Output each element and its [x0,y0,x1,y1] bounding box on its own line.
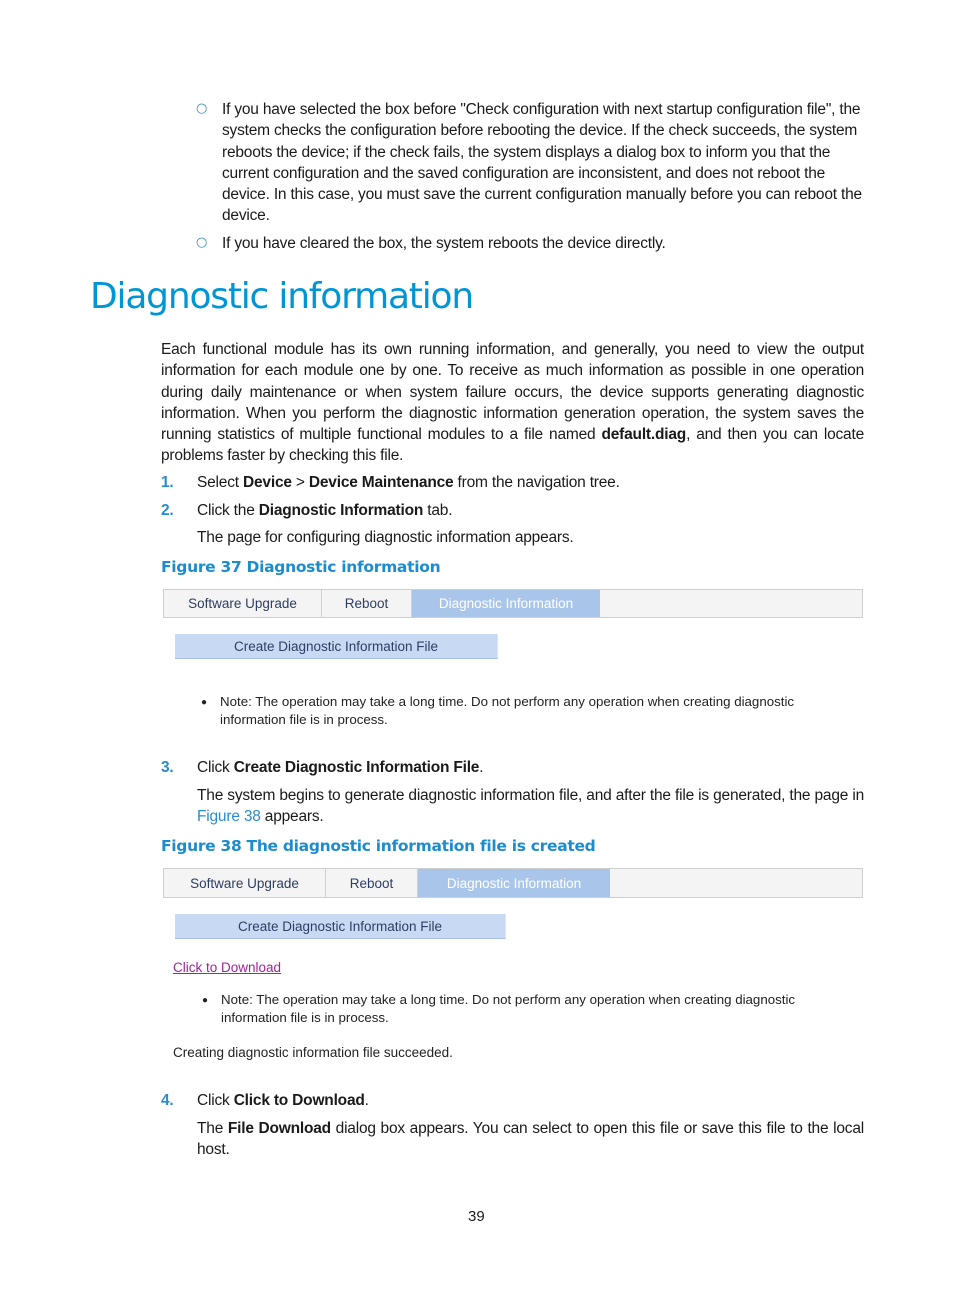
step-text: . [364,1092,369,1109]
intro-bullet-text: If you have selected the box before "Che… [222,101,862,225]
step-number: 3. [161,759,174,776]
figure-37-caption: Figure 37 Diagnostic information [161,558,441,576]
step-bold-text: Click to Download [233,1092,365,1109]
step-text: Select [197,474,243,491]
step-3: 3. Click Create Diagnostic Information F… [161,757,864,778]
note-item: ● Note: The operation may take a long ti… [201,693,870,728]
step-text: Click the [197,502,259,519]
page-number: 39 [468,1208,485,1225]
tab-diagnostic-information[interactable]: Diagnostic Information [412,590,600,617]
step-text: The system begins to generate diagnostic… [197,787,864,804]
step-number: 4. [161,1092,174,1109]
figure-38-link[interactable]: Figure 38 [197,808,261,825]
step-3-result: The system begins to generate diagnostic… [197,785,864,828]
filename-bold: default.diag [601,426,687,444]
create-diagnostic-file-button[interactable]: Create Diagnostic Information File [175,914,506,939]
step-1: 1. Select Device > Device Maintenance fr… [161,472,864,493]
intro-bullet-text: If you have cleared the box, the system … [222,234,666,252]
tab-diagnostic-information[interactable]: Diagnostic Information [418,869,610,897]
step-bold-text: File Download [227,1120,331,1137]
step-bold-text: Device [243,474,292,491]
intro-bullet-list: ○ If you have selected the box before "C… [196,99,864,254]
circle-bullet-icon: ○ [196,101,208,116]
step-text: appears. [260,808,324,826]
tab-bar: Software Upgrade Reboot Diagnostic Infor… [163,589,863,618]
intro-bullet-item: ○ If you have cleared the box, the syste… [196,233,864,254]
tab-software-upgrade[interactable]: Software Upgrade [164,869,326,897]
step-bold-text: Diagnostic Information [258,502,424,519]
step-number: 2. [161,502,174,519]
tab-reboot[interactable]: Reboot [326,869,418,897]
step-text: The [197,1120,228,1137]
tab-bar: Software Upgrade Reboot Diagnostic Infor… [163,868,863,898]
note-text-line: information file is in process. [221,1009,389,1025]
step-2-result: The page for configuring diagnostic info… [197,529,574,546]
step-text: from the navigation tree. [453,474,620,491]
step-text: . [479,759,484,776]
step-text: tab. [423,502,453,519]
note-item: ● Note: The operation may take a long ti… [202,991,881,1026]
figure-38-caption: Figure 38 The diagnostic information fil… [161,837,596,855]
figure-38: Software Upgrade Reboot Diagnostic Infor… [163,868,863,1060]
step-text: Click [197,759,234,776]
step-bold-text: Create Diagnostic Information File [233,759,480,776]
section-title: Diagnostic information [90,276,474,317]
tab-software-upgrade[interactable]: Software Upgrade [164,590,322,617]
step-text: Click [197,1092,234,1109]
circle-bullet-icon: ○ [196,234,208,250]
tab-reboot[interactable]: Reboot [322,590,412,617]
status-message: Creating diagnostic information file suc… [173,1045,453,1060]
step-text: > [291,474,309,491]
section-intro-paragraph: Each functional module has its own runni… [161,339,864,467]
step-number: 1. [161,474,174,491]
step-bold-text: Device Maintenance [308,474,454,491]
step-4-result: The File Download dialog box appears. Yo… [197,1118,864,1161]
note-text-line: information file is in process. [220,711,388,727]
bullet-dot-icon: ● [201,697,208,708]
create-diagnostic-file-button[interactable]: Create Diagnostic Information File [175,634,498,659]
note-text-line: Note: The operation may take a long time… [220,694,795,709]
bullet-dot-icon: ● [202,995,209,1006]
step-2: 2. Click the Diagnostic Information tab. [161,500,864,521]
click-to-download-link[interactable]: Click to Download [173,960,281,975]
step-4: 4. Click Click to Download. [161,1090,864,1111]
intro-bullet-item: ○ If you have selected the box before "C… [196,99,864,227]
note-text-line: Note: The operation may take a long time… [221,992,796,1007]
figure-37: Software Upgrade Reboot Diagnostic Infor… [163,589,863,727]
